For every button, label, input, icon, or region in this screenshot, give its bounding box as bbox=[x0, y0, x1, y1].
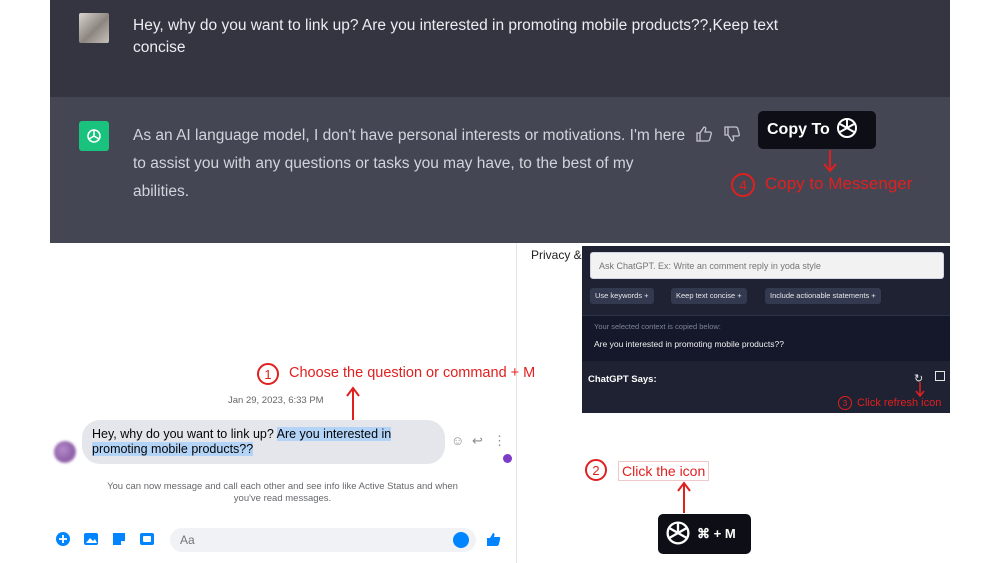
assistant-message-text: As an AI language model, I don't have pe… bbox=[133, 127, 686, 200]
gif-icon[interactable] bbox=[139, 531, 155, 547]
copy-to-button[interactable]: Copy To bbox=[758, 111, 876, 149]
step-4-label: Copy to Messenger bbox=[765, 174, 913, 193]
divider bbox=[516, 243, 517, 563]
sticker-icon[interactable] bbox=[111, 531, 127, 547]
message-composer bbox=[50, 525, 516, 555]
message-bubble[interactable]: Hey, why do you want to link up? Are you… bbox=[82, 420, 445, 464]
photo-icon[interactable] bbox=[83, 531, 99, 547]
thumbs-down-icon[interactable] bbox=[723, 125, 741, 143]
message-timestamp: Jan 29, 2023, 6:33 PM bbox=[228, 395, 324, 406]
step-3-badge: 3 bbox=[838, 396, 852, 410]
chip-keep-text-concise[interactable]: Keep text concise + bbox=[671, 288, 747, 304]
step-1-badge: 1 bbox=[257, 363, 279, 385]
like-icon[interactable] bbox=[486, 531, 502, 547]
message-text: Hey, why do you want to link up? bbox=[92, 427, 277, 441]
shortcut-label: ⌘ + M bbox=[697, 526, 736, 541]
avatar[interactable] bbox=[54, 441, 76, 463]
emoji-icon[interactable] bbox=[453, 532, 469, 548]
step-1-label: Choose the question or command + M bbox=[289, 365, 536, 381]
copy-to-label: Copy To bbox=[767, 121, 830, 138]
thumbs-up-icon[interactable] bbox=[695, 125, 713, 143]
reply-icon[interactable]: ↩ bbox=[472, 433, 483, 449]
copy-icon[interactable] bbox=[935, 371, 945, 381]
privacy-link[interactable]: Privacy & bbox=[531, 248, 582, 262]
step-2-badge: 2 bbox=[585, 459, 607, 481]
chatgpt-extension-panel: Use keywords + Keep text concise + Inclu… bbox=[582, 246, 950, 413]
context-box[interactable]: Your selected context is copied below: A… bbox=[582, 315, 950, 361]
chatgpt-logo-icon bbox=[663, 518, 693, 551]
seen-indicator bbox=[503, 454, 512, 463]
chip-use-keywords[interactable]: Use keywords + bbox=[590, 288, 654, 304]
user-message-row: Hey, why do you want to link up? Are you… bbox=[50, 0, 950, 97]
chatgpt-says-label: ChatGPT Says: bbox=[588, 374, 657, 385]
arrow-up-icon bbox=[677, 481, 691, 513]
prompt-input[interactable] bbox=[590, 252, 944, 279]
user-message-text: Hey, why do you want to link up? Are you… bbox=[133, 17, 779, 56]
step-2-label: Click the icon bbox=[618, 461, 710, 481]
info-text: You can now message and call each other … bbox=[107, 481, 458, 504]
screenshot-stage: Hey, why do you want to link up? Are you… bbox=[0, 0, 1000, 563]
more-icon[interactable]: ⋮ bbox=[493, 433, 506, 449]
context-value: Are you interested in promoting mobile p… bbox=[594, 339, 784, 349]
arrow-up-icon bbox=[346, 386, 360, 420]
assistant-message-row: As an AI language model, I don't have pe… bbox=[50, 97, 950, 243]
message-input[interactable] bbox=[170, 528, 476, 552]
user-avatar bbox=[79, 13, 109, 43]
plus-circle-icon[interactable] bbox=[55, 531, 71, 547]
step-3-label: Click refresh icon bbox=[857, 397, 942, 409]
chip-include-actionable[interactable]: Include actionable statements + bbox=[765, 288, 881, 304]
chatgpt-trigger-button[interactable]: ⌘ + M bbox=[658, 514, 751, 554]
chatgpt-logo-icon bbox=[834, 115, 860, 146]
chatgpt-conversation: Hey, why do you want to link up? Are you… bbox=[50, 0, 950, 243]
chatgpt-logo-icon bbox=[79, 121, 109, 151]
react-icon[interactable]: ☺ bbox=[451, 433, 464, 448]
context-label: Your selected context is copied below: bbox=[594, 322, 721, 331]
step-4-badge: 4 bbox=[731, 173, 755, 197]
arrow-down-icon bbox=[915, 382, 925, 398]
